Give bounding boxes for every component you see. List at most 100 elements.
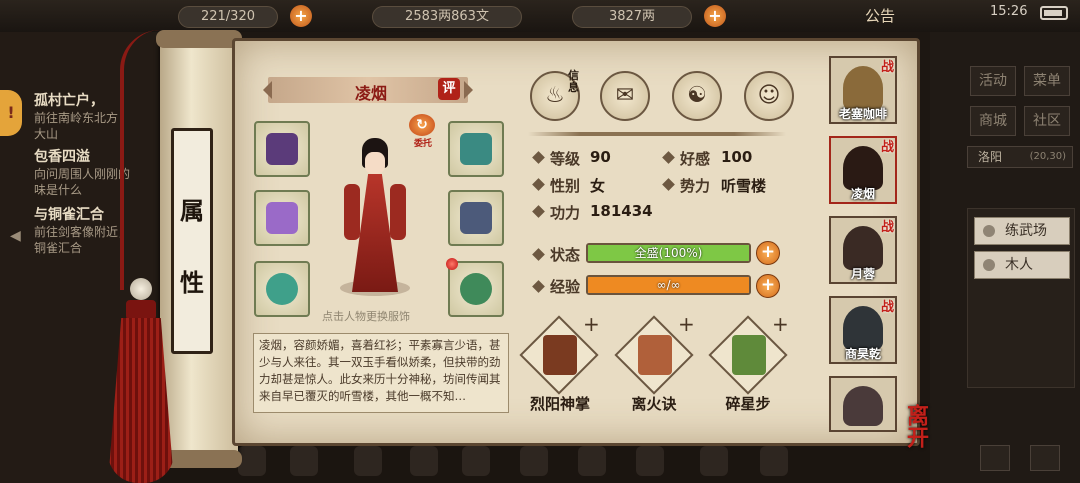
entrust-label: 委托 [413,139,432,149]
status-bar: 全盛(100%) [586,243,751,263]
companion-card[interactable] [829,376,897,432]
equip-slot-weapon[interactable] [254,190,310,246]
companion-card[interactable]: 老塞咖啡 战 [829,56,897,124]
body-meridian-icon: ☺ [757,83,781,108]
activity-button[interactable]: 活动 [970,66,1016,96]
add-gold-button[interactable]: + [704,5,726,27]
bracer-icon [266,133,298,165]
quest-item[interactable]: 孤村亡户， 前往南岭东北方 大山 [34,90,118,142]
bottom-menu-item[interactable] [462,446,490,476]
bottom-menu-item[interactable] [636,446,664,476]
red-gem-icon [446,258,458,270]
tassel-bead [130,278,152,300]
bottom-menu-item[interactable] [578,446,606,476]
companion-card[interactable]: 凌烟 战 [829,136,897,204]
level-value: 90 [590,148,611,166]
skill-upgrade-button[interactable]: + [583,312,600,336]
quest-badge-icon[interactable]: ! [0,90,22,136]
community-button[interactable]: 社区 [1024,106,1070,136]
companion-name: 凌烟 [850,187,875,201]
scroll-icon [638,335,672,375]
companion-name: 月蓉 [850,267,875,281]
quest-desc: 前往剑客像附近， 铜雀汇合 [34,225,131,255]
jade-scroll-icon [732,335,766,375]
quest-title: 孤村亡户， [34,93,104,109]
bottom-menu-item[interactable] [410,446,438,476]
hat-icon [460,133,492,165]
status-text: 全盛(100%) [634,246,703,260]
equip-slot-ring[interactable] [254,261,310,317]
skill-upgrade-button[interactable]: + [772,312,789,336]
bagua-icon: ☯ [687,83,707,108]
entrust-button[interactable]: ↻ 委托 [409,114,437,149]
evaluate-button[interactable]: 评 [438,78,460,100]
gender-value: 女 [590,177,606,195]
bottom-menu-item[interactable] [520,446,548,476]
bottom-menu-item[interactable] [238,446,266,476]
npc-list: 练武场 木人 [967,208,1075,388]
level-label: 等级 [550,150,581,168]
equip-slot-amulet[interactable] [448,261,504,317]
top-bar [0,0,1080,32]
equip-slot-hat[interactable] [448,121,504,177]
bottom-right-button-2[interactable] [1030,445,1060,471]
battery-icon [1040,6,1068,20]
money-counter: 2583两863文 [372,6,522,28]
clock: 15:26 [990,4,1028,19]
companion-card[interactable]: 月蓉 战 [829,216,897,284]
list-item[interactable]: 木人 [974,251,1070,279]
quest-item[interactable]: 包香四溢 向问周围人刚刚的 味是什么 [34,146,130,198]
map-scroll-icon: ✉ [615,83,635,108]
tassel-knot [126,300,156,320]
npc-icon [983,225,995,237]
bottom-menu-item[interactable] [760,446,788,476]
claw-icon [266,202,298,234]
shop-button[interactable]: 商城 [970,106,1016,136]
bottom-menu-item[interactable] [290,446,318,476]
equip-slot-armor[interactable] [448,190,504,246]
skill-name: 离火诀 [631,395,677,413]
avatar [843,66,883,110]
character-description: 凌烟，容颜娇媚，喜着红衫；平素寡言少语，甚少与人来往。其一双玉手看似娇柔，但抉带… [253,333,509,413]
bottom-menu-item[interactable] [700,446,728,476]
list-item[interactable]: 练武场 [974,217,1070,245]
leave-button[interactable]: 离开 [900,404,932,448]
power-label: 功力 [550,204,581,222]
book-icon [543,335,577,375]
divider [528,132,786,136]
notice-button[interactable]: 公告 [865,5,895,26]
location-name: 洛阳 [978,150,1003,164]
equip-slot-bracer[interactable] [254,121,310,177]
quest-desc: 前往南岭东北方 大山 [34,111,119,141]
avatar [843,146,883,190]
battle-tag: 战 [880,60,894,75]
companion-name: 商昊乾 [844,347,881,361]
character-figure[interactable] [344,134,406,300]
bottom-right-button-1[interactable] [980,445,1010,471]
location-label[interactable]: 洛阳 (20,30) [967,146,1073,168]
change-outfit-hint: 点击人物更换服饰 [322,310,410,323]
companion-card[interactable]: 商昊乾 战 [829,296,897,364]
battle-tag: 战 [880,140,894,155]
tab-info-label: 信息 [568,69,579,94]
add-energy-button[interactable]: + [290,5,312,27]
tab-scroll[interactable]: ✉ [600,71,650,121]
bottom-menu-item[interactable] [354,446,382,476]
restore-status-button[interactable]: + [756,241,780,265]
status-label: 状态 [550,246,581,264]
add-exp-button[interactable]: + [756,274,780,298]
exp-bar: ∞/∞ [586,275,751,295]
faction-value: 听雪楼 [721,177,767,195]
favor-label: 好感 [680,150,711,168]
skill-upgrade-button[interactable]: + [678,312,695,336]
tab-meridian[interactable]: ☺ [744,71,794,121]
companion-name: 老塞咖啡 [838,107,887,121]
skill-name: 碎星步 [725,395,771,413]
quest-item[interactable]: 与铜雀汇合 前往剑客像附近， 铜雀汇合 [34,204,130,256]
collapse-arrow-icon[interactable]: ◀ [10,228,21,244]
exp-text: ∞/∞ [656,278,681,292]
tab-bagua[interactable]: ☯ [672,71,722,121]
tassel-cord [120,30,160,290]
avatar [843,306,883,350]
menu-button[interactable]: 菜单 [1024,66,1070,96]
